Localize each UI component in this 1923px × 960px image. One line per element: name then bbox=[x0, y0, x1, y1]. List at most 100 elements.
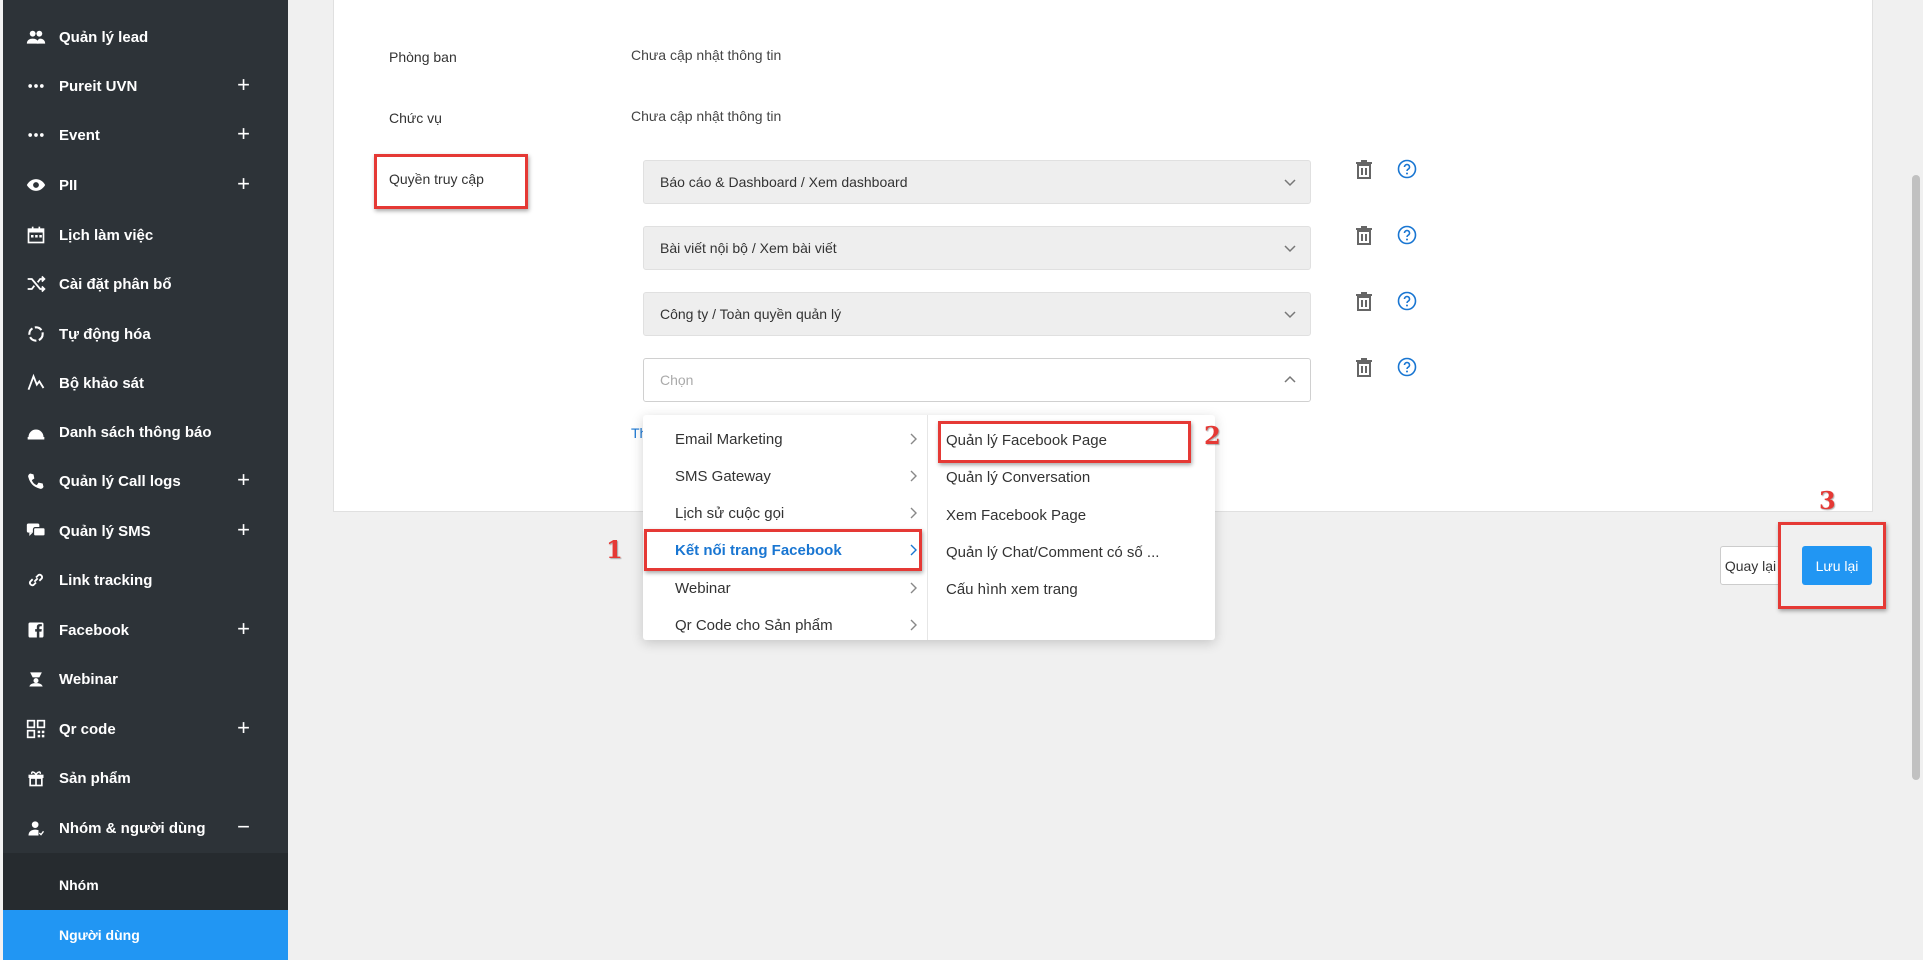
annotation-number-1: 1 bbox=[606, 535, 623, 564]
chevron-down-icon bbox=[1284, 179, 1296, 187]
sidebar-item-label: Lịch làm việc bbox=[59, 226, 154, 244]
eye-icon bbox=[24, 173, 48, 197]
shuffle-icon bbox=[24, 272, 48, 296]
page-scrollbar[interactable] bbox=[1908, 0, 1923, 960]
sidebar-item-linktracking[interactable]: Link tracking bbox=[3, 560, 288, 600]
chevron-right-icon bbox=[910, 470, 917, 482]
menu-item-label: Webinar bbox=[675, 580, 731, 597]
trash-icon[interactable] bbox=[1354, 357, 1374, 377]
facebook-icon bbox=[24, 618, 48, 642]
menu-item-webinar[interactable]: Webinar bbox=[643, 570, 927, 607]
permission-select-value: Công ty / Toàn quyền quản lý bbox=[660, 306, 842, 322]
sidebar-subitem-users[interactable]: Người dùng bbox=[3, 910, 288, 960]
menu-item-manage-conversation[interactable]: Quản lý Conversation bbox=[928, 459, 1215, 496]
menu-item-email-marketing[interactable]: Email Marketing bbox=[643, 421, 927, 458]
annotation-box-step1 bbox=[644, 529, 922, 571]
permission-select-value: Bài viết nội bộ / Xem bài viết bbox=[660, 240, 837, 256]
user-group-icon bbox=[24, 816, 48, 840]
sidebar-item-label: Bộ khảo sát bbox=[59, 374, 145, 392]
sidebar-item-calllogs[interactable]: Quản lý Call logs + bbox=[3, 461, 288, 501]
collapse-icon[interactable]: − bbox=[237, 816, 250, 838]
permission-select-3[interactable]: Công ty / Toàn quyền quản lý bbox=[643, 292, 1311, 336]
menu-item-call-history[interactable]: Lịch sử cuộc gọi bbox=[643, 495, 927, 532]
sidebar-item-allocation[interactable]: Cài đặt phân bổ bbox=[3, 264, 288, 304]
webinar-icon bbox=[24, 667, 48, 691]
sidebar-item-label: Tự động hóa bbox=[59, 325, 151, 343]
expand-icon[interactable]: + bbox=[237, 74, 250, 96]
sidebar-item-label: Sản phẩm bbox=[59, 769, 131, 787]
phone-icon bbox=[24, 469, 48, 493]
permission-select-new[interactable]: Chọn bbox=[643, 358, 1311, 402]
menu-item-qr-product[interactable]: Qr Code cho Sản phẩm bbox=[643, 607, 927, 640]
expand-icon[interactable]: + bbox=[237, 123, 250, 145]
chevron-down-icon bbox=[1284, 311, 1296, 319]
annotation-number-2: 2 bbox=[1204, 421, 1221, 450]
position-label: Chức vụ bbox=[389, 110, 442, 126]
annotation-box-step3 bbox=[1778, 522, 1886, 609]
trash-icon[interactable] bbox=[1354, 159, 1374, 179]
permission-select-value: Báo cáo & Dashboard / Xem dashboard bbox=[660, 174, 908, 190]
menu-item-page-config[interactable]: Cấu hình xem trang bbox=[928, 571, 1215, 608]
sidebar-item-label: Quản lý lead bbox=[59, 28, 149, 46]
annotation-box-step2 bbox=[938, 421, 1191, 463]
menu-item-label: SMS Gateway bbox=[675, 468, 771, 485]
expand-icon[interactable]: + bbox=[237, 519, 250, 541]
sidebar-item-survey[interactable]: Bộ khảo sát bbox=[3, 363, 288, 403]
sidebar-item-label: Webinar bbox=[59, 670, 118, 688]
sidebar-subitem-groups[interactable]: Nhóm bbox=[3, 862, 288, 907]
sidebar-item-webinar[interactable]: Webinar bbox=[3, 659, 288, 699]
chevron-up-icon bbox=[1284, 375, 1296, 383]
expand-icon[interactable]: + bbox=[237, 717, 250, 739]
chevron-down-icon bbox=[1284, 245, 1296, 253]
automation-icon bbox=[24, 322, 48, 346]
expand-icon[interactable]: + bbox=[237, 173, 250, 195]
sidebar-item-event[interactable]: Event + bbox=[3, 115, 288, 155]
position-value: Chưa cập nhật thông tin bbox=[631, 108, 782, 124]
sidebar-item-automation[interactable]: Tự động hóa bbox=[3, 314, 288, 354]
sidebar-item-label: Pureit UVN bbox=[59, 77, 138, 95]
permission-select-2[interactable]: Bài viết nội bộ / Xem bài viết bbox=[643, 226, 1311, 270]
help-icon[interactable] bbox=[1397, 225, 1417, 245]
chat-icon bbox=[24, 519, 48, 543]
dept-label: Phòng ban bbox=[389, 49, 457, 65]
dots-icon bbox=[24, 74, 48, 98]
sidebar-item-label: Quản lý Call logs bbox=[59, 472, 181, 490]
dots-icon bbox=[24, 123, 48, 147]
sidebar-item-products[interactable]: Sản phẩm bbox=[3, 758, 288, 798]
category-menu: Email Marketing SMS Gateway Lịch sử cuộc… bbox=[643, 415, 928, 640]
sidebar-item-label: Link tracking bbox=[59, 571, 153, 589]
back-button[interactable]: Quay lại bbox=[1720, 546, 1781, 585]
sidebar-item-sms[interactable]: Quản lý SMS + bbox=[3, 511, 288, 551]
sidebar-item-pii[interactable]: PII + bbox=[3, 165, 288, 205]
help-icon[interactable] bbox=[1397, 357, 1417, 377]
sidebar-item-calendar[interactable]: Lịch làm việc bbox=[3, 215, 288, 255]
sidebar-item-qrcode[interactable]: Qr code + bbox=[3, 709, 288, 749]
help-icon[interactable] bbox=[1397, 159, 1417, 179]
trash-icon[interactable] bbox=[1354, 291, 1374, 311]
chevron-right-icon bbox=[910, 619, 917, 631]
expand-icon[interactable]: + bbox=[237, 618, 250, 640]
menu-item-label: Qr Code cho Sản phẩm bbox=[675, 617, 833, 634]
menu-item-manage-chat-comment[interactable]: Quản lý Chat/Comment có số ... bbox=[928, 534, 1215, 571]
expand-icon[interactable]: + bbox=[237, 469, 250, 491]
menu-item-view-fb-page[interactable]: Xem Facebook Page bbox=[928, 497, 1215, 534]
sidebar-item-pureit[interactable]: Pureit UVN + bbox=[3, 66, 288, 106]
menu-item-label: Lịch sử cuộc gọi bbox=[675, 505, 785, 522]
chevron-right-icon bbox=[910, 582, 917, 594]
trash-icon[interactable] bbox=[1354, 225, 1374, 245]
sidebar-item-label: Cài đặt phân bổ bbox=[59, 275, 172, 293]
sidebar-subitem-label: Người dùng bbox=[59, 927, 140, 943]
sidebar-item-groups-users[interactable]: Nhóm & người dùng − bbox=[3, 808, 288, 848]
sidebar-item-notifications[interactable]: Danh sách thông báo bbox=[3, 412, 288, 452]
sidebar-item-lead[interactable]: Quản lý lead bbox=[3, 17, 288, 57]
menu-item-sms-gateway[interactable]: SMS Gateway bbox=[643, 458, 927, 495]
permission-select-1[interactable]: Báo cáo & Dashboard / Xem dashboard bbox=[643, 160, 1311, 204]
annotation-number-3: 3 bbox=[1819, 486, 1836, 515]
scrollbar-thumb[interactable] bbox=[1912, 175, 1920, 780]
sidebar-item-label: Qr code bbox=[59, 720, 116, 738]
sidebar-item-facebook[interactable]: Facebook + bbox=[3, 610, 288, 650]
help-icon[interactable] bbox=[1397, 291, 1417, 311]
sidebar-item-label: Nhóm & người dùng bbox=[59, 819, 206, 837]
sidebar-item-label: Quản lý SMS bbox=[59, 522, 151, 540]
calendar-icon bbox=[24, 223, 48, 247]
